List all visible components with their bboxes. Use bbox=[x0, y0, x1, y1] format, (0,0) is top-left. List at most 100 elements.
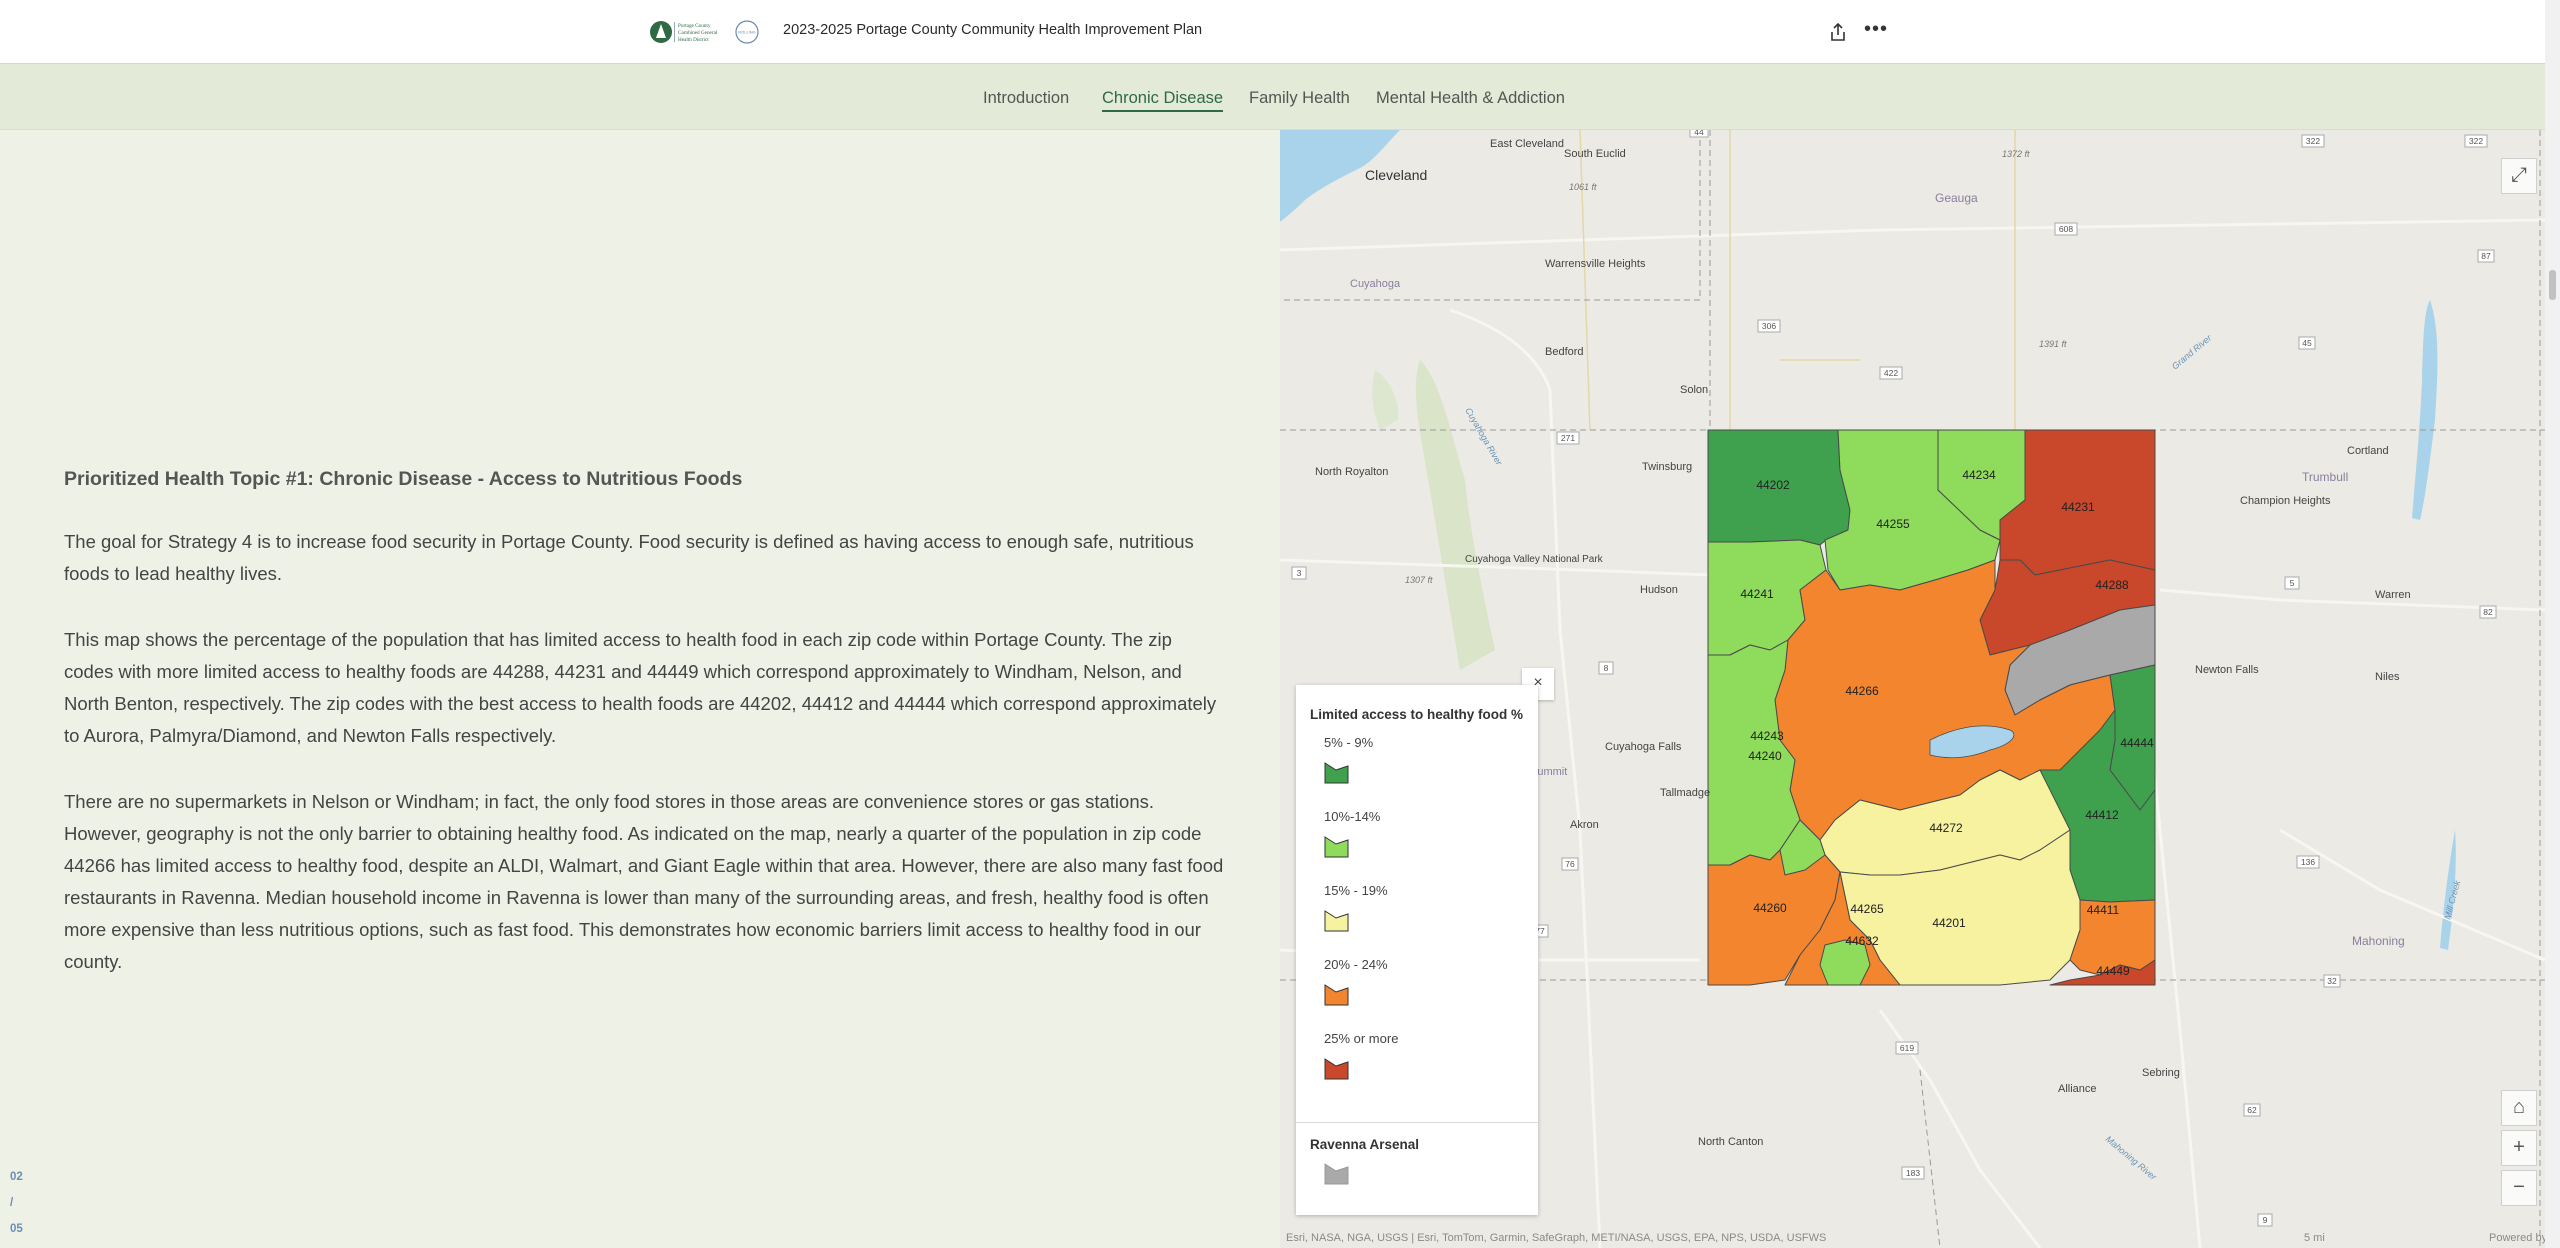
paragraph-barriers: There are no supermarkets in Nelson or W… bbox=[64, 791, 1224, 972]
logo-badge: ROLLING bbox=[738, 30, 756, 35]
road-shield: 87 bbox=[2477, 249, 2495, 263]
svg-text:32: 32 bbox=[2327, 976, 2337, 986]
road-shield: 5 bbox=[2284, 576, 2300, 590]
zip-label: 44412 bbox=[2085, 808, 2119, 822]
road-shield: 32 bbox=[2323, 974, 2341, 988]
paragraph-map-description: This map shows the percentage of the pop… bbox=[64, 629, 1217, 746]
map-legend: Limited access to healthy food % 5% - 9%… bbox=[1296, 685, 1538, 1215]
page-current: 02 bbox=[10, 1171, 23, 1183]
place-label: Akron bbox=[1570, 819, 1599, 831]
svg-text:45: 45 bbox=[2302, 338, 2312, 348]
place-label: Bedford bbox=[1545, 346, 1584, 358]
expand-map-icon[interactable]: ⤢ bbox=[2501, 158, 2537, 194]
road-shield: 62 bbox=[2243, 1103, 2261, 1117]
road-shield: 76 bbox=[1561, 857, 1579, 871]
zoom-out-button[interactable]: − bbox=[2501, 1170, 2537, 1206]
road-shield: 183 bbox=[1901, 1166, 1925, 1180]
svg-text:619: 619 bbox=[1900, 1043, 1914, 1053]
page-scrollbar[interactable] bbox=[2545, 0, 2560, 1248]
place-label: Champion Heights bbox=[2240, 495, 2331, 507]
zip-label: 44288 bbox=[2095, 578, 2129, 592]
map-scale: 5 mi bbox=[2304, 1232, 2325, 1244]
elevation-label: 1061 ft bbox=[1569, 182, 1597, 192]
zip-label: 44241 bbox=[1740, 587, 1774, 601]
svg-text:183: 183 bbox=[1906, 1168, 1920, 1178]
place-label: Cuyahoga Falls bbox=[1605, 741, 1682, 753]
app-header: Portage County Combined General Health D… bbox=[0, 0, 2545, 64]
zip-label: 44231 bbox=[2061, 500, 2095, 514]
zip-label: 44243 bbox=[1750, 729, 1784, 743]
road-shield: 271 bbox=[1556, 431, 1580, 445]
svg-text:306: 306 bbox=[1762, 321, 1776, 331]
share-icon[interactable] bbox=[1826, 20, 1850, 44]
zip-label: 44234 bbox=[1962, 468, 1996, 482]
svg-text:422: 422 bbox=[1884, 368, 1898, 378]
home-icon[interactable]: ⌂ bbox=[2501, 1090, 2537, 1126]
section-nav: Introduction Chronic Disease Family Heal… bbox=[0, 64, 2545, 130]
road-shield: 422 bbox=[1879, 366, 1903, 380]
road-shield: 3 bbox=[1291, 566, 1307, 580]
scrollbar-thumb[interactable] bbox=[2549, 270, 2556, 300]
section-heading: Prioritized Health Topic #1: Chronic Dis… bbox=[64, 468, 743, 490]
place-label: Mahoning bbox=[2352, 934, 2405, 948]
zoom-in-button[interactable]: + bbox=[2501, 1130, 2537, 1166]
legend-title: Limited access to healthy food % bbox=[1310, 707, 1524, 722]
legend-label: 10%-14% bbox=[1324, 809, 1381, 824]
legend-item: 10%-14% bbox=[1324, 809, 1380, 858]
tab-mental-health-addiction[interactable]: Mental Health & Addiction bbox=[1376, 89, 1565, 108]
place-label: Warren bbox=[2375, 589, 2411, 601]
road-shield: 619 bbox=[1895, 1041, 1919, 1055]
place-label: Cleveland bbox=[1365, 167, 1427, 183]
page-indicator: 02 / 05 bbox=[10, 1164, 23, 1242]
svg-text:3: 3 bbox=[1297, 568, 1302, 578]
health-district-logo[interactable]: Portage County Combined General Health D… bbox=[648, 18, 760, 46]
map-attribution[interactable]: Esri, NASA, NGA, USGS | Esri, TomTom, Ga… bbox=[1286, 1232, 1826, 1244]
svg-text:608: 608 bbox=[2059, 224, 2073, 234]
place-label: Cuyahoga Valley National Park bbox=[1465, 554, 1604, 565]
tab-introduction[interactable]: Introduction bbox=[983, 89, 1069, 108]
zip-label: 44272 bbox=[1929, 821, 1963, 835]
place-label: Newton Falls bbox=[2195, 664, 2259, 676]
zip-label: 44449 bbox=[2096, 964, 2130, 978]
zip-label: 44632 bbox=[1845, 934, 1879, 948]
legend-title-ravenna-arsenal: Ravenna Arsenal bbox=[1310, 1137, 1420, 1152]
svg-text:9: 9 bbox=[2263, 1215, 2268, 1225]
zip-label: 44265 bbox=[1850, 902, 1884, 916]
svg-text:322: 322 bbox=[2469, 136, 2483, 146]
zip-label: 44444 bbox=[2120, 736, 2154, 750]
place-label: Alliance bbox=[2058, 1083, 2097, 1095]
road-shield: 136 bbox=[2296, 855, 2320, 869]
logo-line-2: Combined General bbox=[678, 30, 718, 36]
legend-swatch-ravenna-arsenal bbox=[1324, 1163, 1349, 1185]
legend-swatch bbox=[1324, 1058, 1349, 1080]
zip-label: 44240 bbox=[1748, 749, 1782, 763]
road-shield: 82 bbox=[2479, 605, 2497, 619]
zip-label: 44255 bbox=[1876, 517, 1910, 531]
legend-label: 15% - 19% bbox=[1324, 883, 1388, 898]
legend-item: 25% or more bbox=[1324, 1031, 1398, 1080]
svg-text:8: 8 bbox=[1604, 663, 1609, 673]
tab-family-health[interactable]: Family Health bbox=[1249, 89, 1350, 108]
road-shield: 8 bbox=[1598, 661, 1614, 675]
road-shield: 9 bbox=[2257, 1213, 2273, 1227]
road-shield: 322 bbox=[2301, 134, 2325, 148]
elevation-label: 1391 ft bbox=[2039, 339, 2067, 349]
place-label: Cuyahoga bbox=[1350, 278, 1401, 290]
more-options-icon[interactable]: ••• bbox=[1864, 19, 1888, 44]
svg-text:82: 82 bbox=[2483, 607, 2493, 617]
place-label: East Cleveland bbox=[1490, 138, 1564, 150]
legend-swatch bbox=[1324, 910, 1349, 932]
svg-text:5: 5 bbox=[2290, 578, 2295, 588]
svg-text:76: 76 bbox=[1565, 859, 1575, 869]
road-shield: 608 bbox=[2054, 222, 2078, 236]
place-label: Hudson bbox=[1640, 584, 1678, 596]
place-label: South Euclid bbox=[1564, 148, 1626, 160]
place-label: Twinsburg bbox=[1642, 461, 1692, 473]
tab-chronic-disease[interactable]: Chronic Disease bbox=[1102, 89, 1224, 112]
zip-label: 44201 bbox=[1932, 916, 1966, 930]
legend-label: 20% - 24% bbox=[1324, 957, 1388, 972]
logo-line-1: Portage County bbox=[678, 23, 711, 29]
zip-label: 44260 bbox=[1753, 901, 1787, 915]
logo-line-3: Health District bbox=[678, 37, 709, 43]
place-label: Cortland bbox=[2347, 445, 2389, 457]
